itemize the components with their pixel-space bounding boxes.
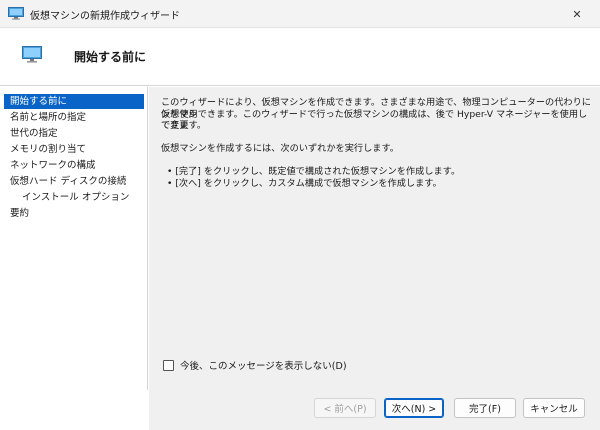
step-item-before-you-begin[interactable]: 開始する前に (4, 94, 144, 109)
close-icon: ✕ (572, 7, 582, 21)
step-item-installation-options[interactable]: インストール オプション (4, 190, 129, 205)
wizard-header: 開始する前に (0, 28, 600, 86)
monitor-icon (8, 7, 24, 20)
checkbox-label: 今後、このメッセージを表示しない(D) (180, 361, 347, 372)
title-bar: 仮想マシンの新規作成ウィザード ✕ (0, 0, 600, 28)
wizard-step-list: 開始する前に 名前と場所の指定 世代の指定 メモリの割り当て ネットワークの構成… (0, 87, 148, 390)
monitor-icon (22, 46, 42, 63)
instruction-text: 仮想マシンを作成するには、次のいずれかを実行します。 (161, 143, 399, 154)
cancel-button[interactable]: キャンセル (523, 398, 585, 418)
step-item-virtual-hard-disk[interactable]: 仮想ハード ディスクの接続 (4, 174, 126, 189)
previous-button[interactable]: < 前へ(P) (314, 398, 376, 418)
step-item-summary[interactable]: 要約 (4, 206, 29, 221)
page-title: 開始する前に (74, 50, 147, 64)
bullet-next: • [次へ] をクリックし、カスタム構成で仮想マシンを作成します。 (167, 177, 442, 189)
window-title: 仮想マシンの新規作成ウィザード (30, 11, 180, 22)
dont-show-again-checkbox[interactable]: 今後、このメッセージを表示しない(D) (163, 358, 347, 372)
checkbox-box[interactable] (163, 359, 174, 371)
bullet-finish: • [完了] をクリックし、既定値で構成された仮想マシンを作成します。 (167, 166, 461, 177)
next-button[interactable]: 次へ(N) > (384, 398, 444, 418)
step-item-generation[interactable]: 世代の指定 (4, 126, 58, 141)
step-item-memory[interactable]: メモリの割り当て (4, 142, 86, 157)
close-button[interactable]: ✕ (554, 0, 600, 28)
intro-line-3: できます。 (161, 120, 207, 131)
content-pane: このウィザードにより、仮想マシンを作成できます。さまざまな用途で、物理コンピュー… (149, 87, 600, 390)
step-item-name-location[interactable]: 名前と場所の指定 (4, 110, 86, 125)
finish-button[interactable]: 完了(F) (454, 398, 516, 418)
step-item-networking[interactable]: ネットワークの構成 (4, 158, 96, 173)
